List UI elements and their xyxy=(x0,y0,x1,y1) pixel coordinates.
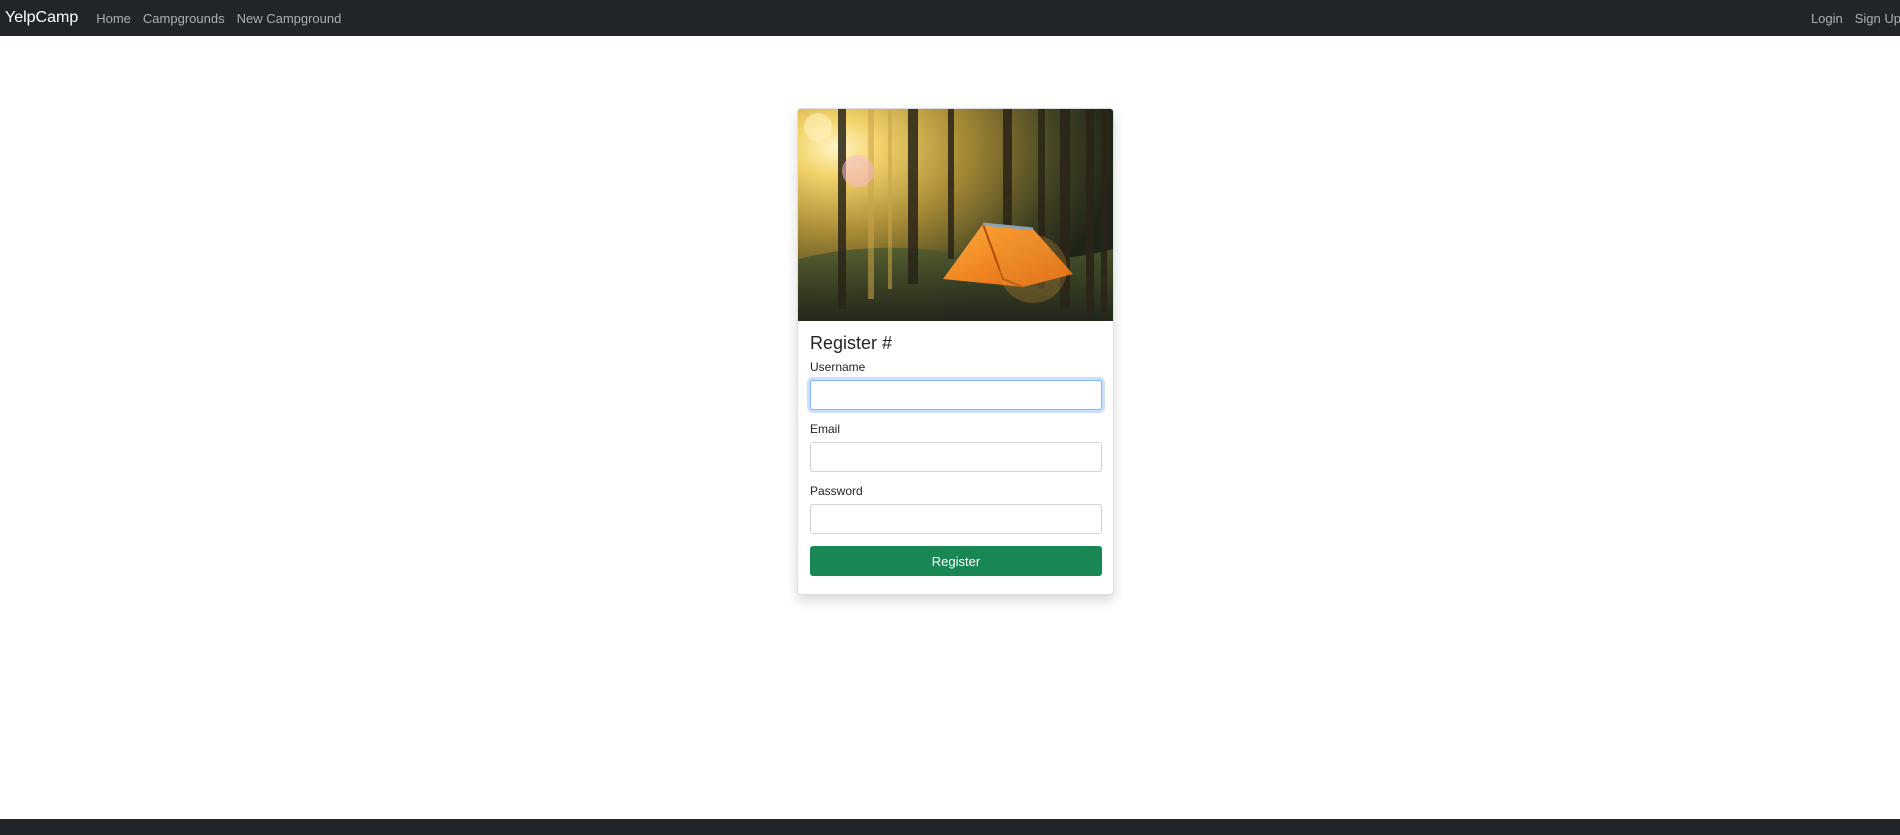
email-input[interactable] xyxy=(810,442,1102,472)
username-label: Username xyxy=(810,360,866,374)
password-group: Password xyxy=(810,484,1102,534)
register-title: Register # xyxy=(810,333,893,353)
username-input[interactable] xyxy=(810,380,1102,410)
card-body: Register # Username Email Password Regis… xyxy=(798,321,1113,586)
nav-signup-link[interactable]: Sign Up xyxy=(1855,11,1900,26)
register-button[interactable]: Register xyxy=(810,546,1102,576)
password-label: Password xyxy=(810,484,863,498)
username-group: Username xyxy=(810,360,1102,410)
nav-new-campground-link[interactable]: New Campground xyxy=(237,11,342,26)
brand-link[interactable]: YelpCamp xyxy=(5,9,78,27)
nav-login-link[interactable]: Login xyxy=(1811,11,1843,26)
password-input[interactable] xyxy=(810,504,1102,534)
email-label: Email xyxy=(810,422,841,436)
campsite-image xyxy=(798,109,1113,321)
register-card: Register # Username Email Password Regis… xyxy=(797,108,1114,595)
nav-home-link[interactable]: Home xyxy=(96,11,131,26)
nav-right: Login Sign Up xyxy=(1799,11,1900,26)
footer xyxy=(0,819,1900,835)
navbar: YelpCamp Home Campgrounds New Campground… xyxy=(0,0,1900,36)
email-group: Email xyxy=(810,422,1102,472)
nav-campgrounds-link[interactable]: Campgrounds xyxy=(143,11,225,26)
